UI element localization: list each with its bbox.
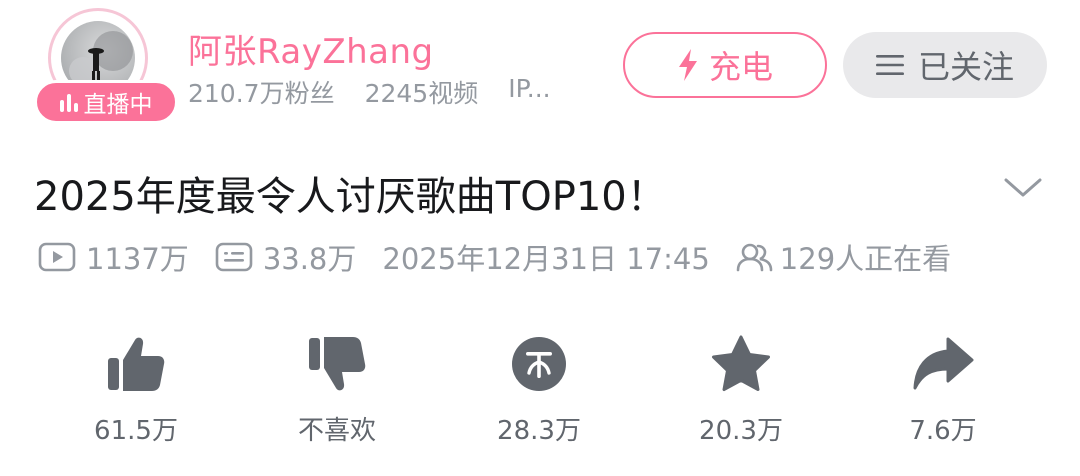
publish-time-stat: 2025年12月31日 17:45 xyxy=(382,236,709,278)
charge-button[interactable]: 充电 xyxy=(623,32,827,98)
live-bars-icon xyxy=(59,92,78,112)
like-count: 61.5万 xyxy=(94,416,178,446)
favorite-button[interactable]: 20.3万 xyxy=(661,332,821,452)
live-badge[interactable]: 直播中 xyxy=(34,80,178,124)
follow-label: 已关注 xyxy=(917,48,1014,86)
publish-time: 2025年12月31日 17:45 xyxy=(382,242,710,276)
video-count: 2245视频 xyxy=(364,79,479,108)
video-stats: 1137万 33.8万 2025年12月31日 17:45 129人正在看 xyxy=(38,236,977,278)
follower-count: 210.7万粉丝 xyxy=(188,79,335,108)
ip-location: IP... xyxy=(508,74,551,103)
share-count: 7.6万 xyxy=(909,416,977,446)
share-arrow-icon xyxy=(913,337,974,390)
danmaku-icon xyxy=(215,242,253,272)
lightning-icon xyxy=(678,49,697,81)
chevron-down-icon[interactable] xyxy=(1000,172,1046,202)
menu-icon xyxy=(875,55,904,75)
thumbs-down-icon xyxy=(309,337,366,391)
danmaku-count: 33.8万 xyxy=(262,242,357,276)
view-stat: 1137万 xyxy=(38,236,189,278)
star-icon xyxy=(712,335,770,391)
dislike-button[interactable]: 不喜欢 xyxy=(257,332,417,452)
uploader-name[interactable]: 阿张RayZhang xyxy=(188,24,434,73)
favorite-count: 20.3万 xyxy=(699,416,783,446)
view-count: 1137万 xyxy=(86,242,189,276)
dislike-label: 不喜欢 xyxy=(297,416,376,446)
watching-count: 129人正在看 xyxy=(779,242,952,276)
video-title: 2025年度最令人讨厌歌曲TOP10！ xyxy=(34,174,667,220)
coin-count: 28.3万 xyxy=(497,416,581,446)
share-button[interactable]: 7.6万 xyxy=(863,332,1023,452)
play-count-icon xyxy=(38,242,76,272)
thumbs-up-icon xyxy=(108,337,165,391)
charge-label: 充电 xyxy=(708,48,773,86)
like-button[interactable]: 61.5万 xyxy=(56,332,216,452)
coin-button[interactable]: 28.3万 xyxy=(459,332,619,452)
coin-icon xyxy=(512,337,566,391)
follow-button[interactable]: 已关注 xyxy=(843,32,1047,98)
danmaku-stat: 33.8万 xyxy=(215,236,357,278)
live-badge-label: 直播中 xyxy=(83,92,153,118)
watching-stat: 129人正在看 xyxy=(736,236,951,278)
viewers-icon xyxy=(736,243,773,272)
uploader-meta: 210.7万粉丝 2245视频 IP... xyxy=(188,74,551,110)
